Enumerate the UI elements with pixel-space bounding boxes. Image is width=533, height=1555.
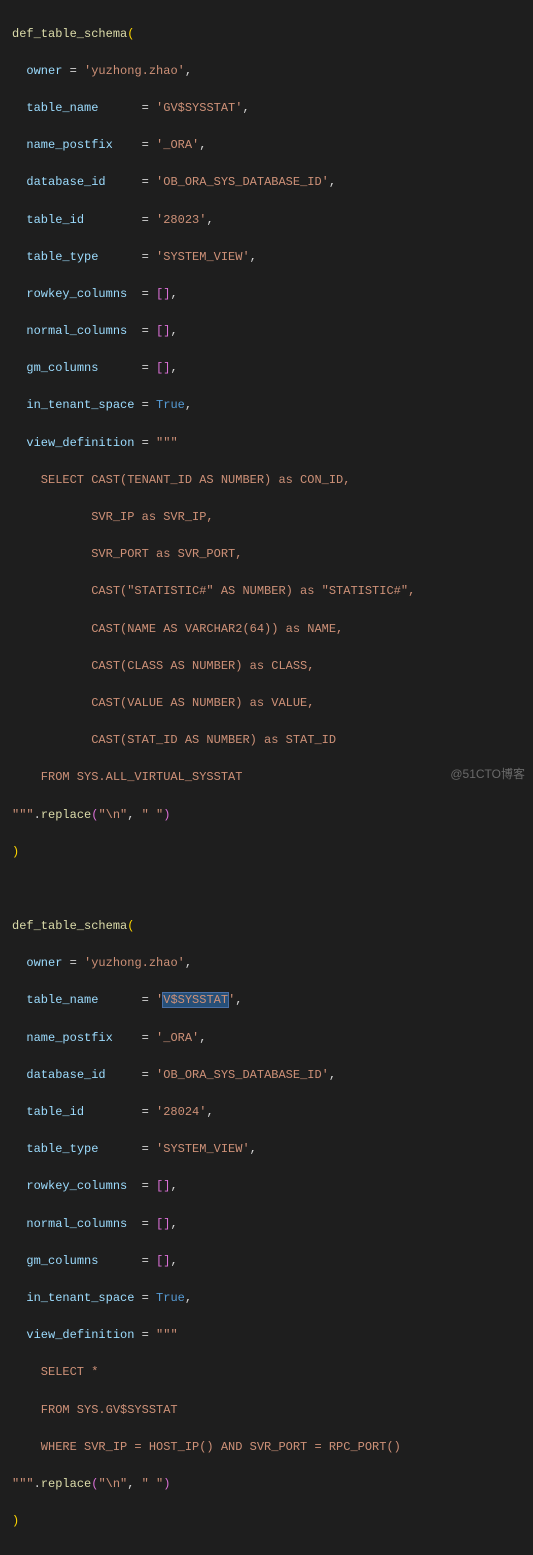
code-line: table_name = 'GV$SYSSTAT', — [12, 99, 533, 118]
code-line: """.replace("\n", " ") — [12, 806, 533, 825]
code-line: view_definition = """ — [12, 434, 533, 453]
code-line: ) — [12, 1512, 533, 1531]
code-line: CAST(NAME AS VARCHAR2(64)) as NAME, — [12, 620, 533, 639]
code-line: CAST("STATISTIC#" AS NUMBER) as "STATIST… — [12, 582, 533, 601]
function-name: def_table_schema — [12, 919, 127, 933]
code-line: table_type = 'SYSTEM_VIEW', — [12, 1140, 533, 1159]
code-line: name_postfix = '_ORA', — [12, 1029, 533, 1048]
code-line: CAST(CLASS AS NUMBER) as CLASS, — [12, 657, 533, 676]
code-line: in_tenant_space = True, — [12, 1289, 533, 1308]
code-line: gm_columns = [], — [12, 1252, 533, 1271]
code-line: normal_columns = [], — [12, 1215, 533, 1234]
code-line: WHERE SVR_IP = HOST_IP() AND SVR_PORT = … — [12, 1438, 533, 1457]
code-line: SVR_IP as SVR_IP, — [12, 508, 533, 527]
code-line: FROM SYS.GV$SYSSTAT — [12, 1401, 533, 1420]
code-line: table_type = 'SYSTEM_VIEW', — [12, 248, 533, 267]
code-line: database_id = 'OB_ORA_SYS_DATABASE_ID', — [12, 1066, 533, 1085]
code-line: owner = 'yuzhong.zhao', — [12, 62, 533, 81]
code-line: normal_columns = [], — [12, 322, 533, 341]
code-line: SELECT CAST(TENANT_ID AS NUMBER) as CON_… — [12, 471, 533, 490]
code-line: def_table_schema( — [12, 917, 533, 936]
code-line: name_postfix = '_ORA', — [12, 136, 533, 155]
code-line: SELECT * — [12, 1363, 533, 1382]
watermark-text: @51CTO博客 — [450, 765, 525, 784]
code-line: in_tenant_space = True, — [12, 396, 533, 415]
code-line: SVR_PORT as SVR_PORT, — [12, 545, 533, 564]
code-line: gm_columns = [], — [12, 359, 533, 378]
code-line: def_table_schema( — [12, 25, 533, 44]
code-line: owner = 'yuzhong.zhao', — [12, 954, 533, 973]
code-line: rowkey_columns = [], — [12, 1177, 533, 1196]
code-line: ) — [12, 843, 533, 862]
code-line: CAST(VALUE AS NUMBER) as VALUE, — [12, 694, 533, 713]
blank-line — [12, 880, 533, 899]
code-line: table_id = '28023', — [12, 211, 533, 230]
code-line: view_definition = """ — [12, 1326, 533, 1345]
highlighted-text: V$SYSSTAT — [163, 993, 228, 1007]
function-name: def_table_schema — [12, 27, 127, 41]
code-line: table_name = 'V$SYSSTAT', — [12, 991, 533, 1010]
code-line: """.replace("\n", " ") — [12, 1475, 533, 1494]
code-line: CAST(STAT_ID AS NUMBER) as STAT_ID — [12, 731, 533, 750]
code-line: rowkey_columns = [], — [12, 285, 533, 304]
code-line: table_id = '28024', — [12, 1103, 533, 1122]
code-line: database_id = 'OB_ORA_SYS_DATABASE_ID', — [12, 173, 533, 192]
